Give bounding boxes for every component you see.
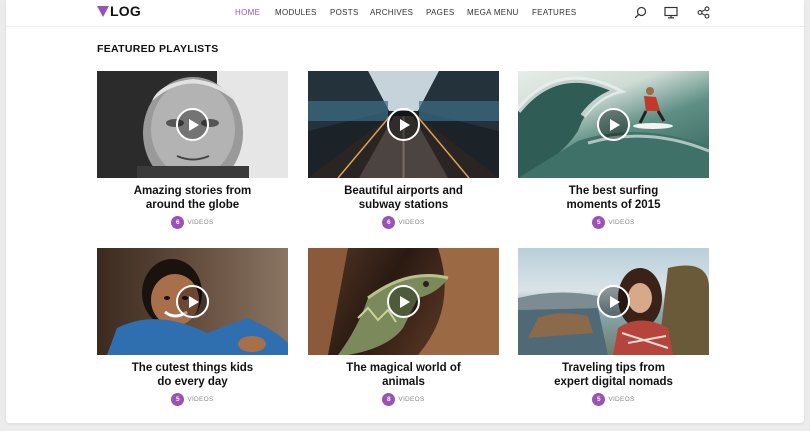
play-icon [610,295,620,308]
playlist-thumbnail[interactable] [97,248,288,355]
videos-label: VIDEOS [398,219,425,226]
playlist-card[interactable]: Beautiful airports and subway stations 6… [308,71,499,229]
search-icon[interactable] [633,5,647,19]
nav-mega-menu[interactable]: MEGA MENU [467,7,519,19]
nav-archives[interactable]: ARCHIVES [370,7,413,19]
play-button[interactable] [176,285,209,318]
playlist-title[interactable]: Traveling tips from expert digital nomad… [518,361,709,389]
play-icon [189,118,199,131]
playlist-thumbnail[interactable] [518,71,709,178]
play-icon [189,295,199,308]
videos-label: VIDEOS [187,396,214,403]
playlist-meta: 5 VIDEOS [97,393,288,406]
videos-label: VIDEOS [398,396,425,403]
nav-posts[interactable]: POSTS [330,7,359,19]
page: LOG HOME MODULES POSTS ARCHIVES PAGES ME… [6,0,804,423]
playlist-title[interactable]: The magical world of animals [308,361,499,389]
section-title: FEATURED PLAYLISTS [97,43,219,55]
playlist-title[interactable]: The best surfing moments of 2015 [518,184,709,212]
video-count-badge: 5 [171,393,185,406]
playlist-title[interactable]: Beautiful airports and subway stations [308,184,499,212]
play-button[interactable] [597,285,630,318]
video-count-badge: 5 [592,216,606,229]
play-icon [610,118,620,131]
playlist-thumbnail[interactable] [308,71,499,178]
nav-features[interactable]: FEATURES [532,7,576,19]
play-button[interactable] [387,108,420,141]
playlist-thumbnail[interactable] [518,248,709,355]
playlist-meta: 6 VIDEOS [308,216,499,229]
playlist-thumbnail[interactable] [97,71,288,178]
video-count-badge: 6 [382,216,396,229]
videos-label: VIDEOS [608,219,635,226]
playlist-card[interactable]: Amazing stories from around the globe 6 … [97,71,288,229]
nav-modules[interactable]: MODULES [275,7,317,19]
playlist-meta: 8 VIDEOS [308,393,499,406]
video-count-badge: 8 [382,393,396,406]
play-button[interactable] [597,108,630,141]
playlist-card[interactable]: The magical world of animals 8 VIDEOS [308,248,499,406]
video-count-badge: 6 [171,216,185,229]
playlist-card[interactable]: The cutest things kids do every day 5 VI… [97,248,288,406]
playlist-meta: 5 VIDEOS [518,216,709,229]
videos-label: VIDEOS [187,219,214,226]
main-nav: HOME MODULES POSTS ARCHIVES PAGES MEGA M… [6,7,804,19]
playlist-card[interactable]: Traveling tips from expert digital nomad… [518,248,709,406]
play-button[interactable] [387,285,420,318]
nav-home[interactable]: HOME [235,7,260,19]
video-count-badge: 5 [592,393,606,406]
videos-label: VIDEOS [608,396,635,403]
playlist-title[interactable]: Amazing stories from around the globe [97,184,288,212]
playlist-meta: 5 VIDEOS [518,393,709,406]
play-button[interactable] [176,108,209,141]
site-header: LOG HOME MODULES POSTS ARCHIVES PAGES ME… [6,0,804,27]
monitor-icon[interactable] [664,5,678,19]
play-icon [400,295,410,308]
playlist-meta: 6 VIDEOS [97,216,288,229]
play-icon [400,118,410,131]
playlist-thumbnail[interactable] [308,248,499,355]
playlist-card[interactable]: The best surfing moments of 2015 5 VIDEO… [518,71,709,229]
share-icon[interactable] [696,5,710,19]
playlist-title[interactable]: The cutest things kids do every day [97,361,288,389]
nav-pages[interactable]: PAGES [426,7,454,19]
